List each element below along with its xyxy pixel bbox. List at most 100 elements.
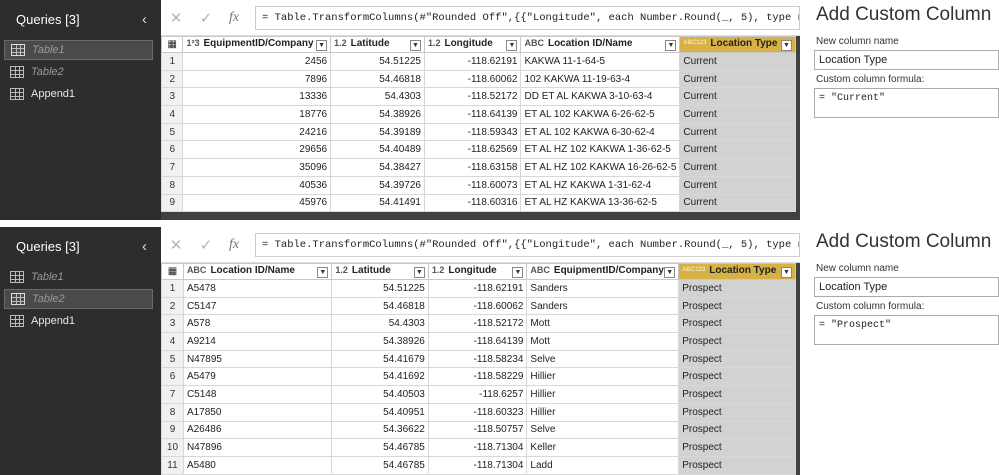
table-cell[interactable]: 45976 [182,193,332,213]
query-item[interactable]: Append1 [4,311,153,331]
table-cell[interactable]: 54.41692 [331,367,429,387]
table-cell[interactable]: -118.62191 [423,52,522,71]
column-type-icon[interactable]: ABC [530,265,550,275]
table-cell[interactable]: 54.40503 [331,385,429,404]
table-cell[interactable]: -118.60323 [427,402,528,422]
table-cell[interactable]: 54.38427 [330,158,425,177]
table-cell[interactable]: ET AL HZ 102 KAKWA 16-26-62-5 [520,158,681,177]
table-cell[interactable]: 54.46818 [331,296,429,316]
filter-dropdown-icon[interactable]: ▼ [781,40,792,51]
new-column-name-input[interactable]: Location Type [814,50,999,70]
table-cell[interactable]: 54.51225 [330,52,425,71]
table-cell[interactable]: 54.4303 [331,314,429,334]
table-cell[interactable]: A17850 [182,402,333,422]
column-type-icon[interactable]: 1.2 [428,38,441,48]
table-cell[interactable]: Mott [526,332,680,351]
column-type-icon[interactable]: 1²3 [186,38,199,48]
row-number[interactable]: 2 [161,296,184,316]
table-cell[interactable]: 54.40489 [330,140,425,160]
table-cell[interactable]: 54.41679 [331,349,429,369]
table-cell[interactable]: 29656 [182,140,332,160]
table-cell[interactable]: Hillier [526,367,680,387]
table-cell[interactable]: -118.62191 [427,279,528,298]
table-cell[interactable]: Prospect [678,402,796,422]
table-cell[interactable]: Prospect [678,367,796,387]
filter-dropdown-icon[interactable]: ▼ [512,267,524,278]
table-cell[interactable]: -118.63158 [423,158,522,177]
row-number[interactable]: 3 [160,87,184,107]
table-cell[interactable]: Sanders [526,296,680,316]
row-number[interactable]: 10 [161,438,184,457]
table-cell[interactable]: ET AL HZ KAKWA 1-31-62-4 [520,175,681,195]
row-number[interactable]: 11 [161,455,184,475]
table-cell[interactable]: 2456 [182,52,332,71]
cancel-icon[interactable]: ✕ [161,236,191,254]
table-cell[interactable]: 54.46785 [331,438,429,457]
filter-dropdown-icon[interactable]: ▼ [664,267,676,278]
query-item[interactable]: Table1 [4,267,153,287]
table-cell[interactable]: -118.50757 [427,420,528,440]
table-cell[interactable]: 54.4303 [330,87,425,107]
query-item[interactable]: Table2 [4,62,153,82]
table-cell[interactable]: Prospect [678,349,796,369]
column-header[interactable]: ▼ 1.2 Latitude [330,36,425,53]
table-cell[interactable]: 54.41491 [330,193,425,213]
row-number[interactable]: 9 [161,420,184,440]
row-number[interactable]: 6 [160,140,184,160]
table-cell[interactable]: Hillier [526,385,680,404]
table-cell[interactable]: -118.71304 [427,438,528,457]
table-cell[interactable]: ET AL 102 KAKWA 6-30-62-4 [520,122,681,142]
table-cell[interactable]: Current [679,158,796,177]
row-number[interactable]: 4 [160,105,184,124]
table-cell[interactable]: Hillier [526,402,680,422]
table-cell[interactable]: -118.59343 [423,122,522,142]
table-cell[interactable]: 18776 [182,105,332,124]
table-cell[interactable]: Prospect [678,279,796,298]
table-cell[interactable]: Prospect [678,332,796,351]
column-header[interactable]: ▼ 1.2 Latitude [331,263,429,280]
table-cell[interactable]: Prospect [678,438,796,457]
column-type-icon[interactable]: ABC123 [683,40,706,46]
query-item[interactable]: Table2 [4,289,153,309]
table-cell[interactable]: Selve [526,420,680,440]
table-cell[interactable]: Prospect [678,314,796,334]
table-cell[interactable]: A5479 [182,367,333,387]
table-cell[interactable]: Selve [526,349,680,369]
table-cell[interactable]: -118.52172 [427,314,528,334]
table-cell[interactable]: Current [679,140,796,160]
column-header[interactable]: ▼ ABC Location ID/Name [182,263,333,280]
table-cell[interactable]: -118.71304 [427,455,528,475]
table-cell[interactable]: Sanders [526,279,680,298]
table-cell[interactable]: KAKWA 11-1-64-5 [520,52,681,71]
table-cell[interactable]: ET AL 102 KAKWA 6-26-62-5 [520,105,681,124]
table-cell[interactable]: 54.36622 [331,420,429,440]
table-cell[interactable]: DD ET AL KAKWA 3-10-63-4 [520,87,681,107]
row-number[interactable]: 5 [160,122,184,142]
row-number[interactable]: 1 [161,279,184,298]
table-cell[interactable]: Prospect [678,385,796,404]
table-cell[interactable]: Prospect [678,455,796,475]
query-item[interactable]: Table1 [4,40,153,60]
table-cell[interactable]: ET AL HZ 102 KAKWA 1-36-62-5 [520,140,681,160]
row-number[interactable]: 9 [160,193,184,213]
check-icon[interactable]: ✓ [191,9,221,27]
column-type-icon[interactable]: ABC [187,265,207,275]
filter-dropdown-icon[interactable]: ▼ [413,267,425,278]
column-header[interactable]: ▼ ABC123 Location Type [678,263,796,280]
table-cell[interactable]: A5478 [182,279,333,298]
table-cell[interactable]: 54.39726 [330,175,425,195]
table-menu-icon[interactable]: ▦ [160,36,184,53]
row-number[interactable]: 6 [161,367,184,387]
table-cell[interactable]: 54.46818 [330,69,425,89]
check-icon[interactable]: ✓ [191,236,221,254]
column-header[interactable]: ▼ 1²3 EquipmentID/Company [182,36,332,53]
column-type-icon[interactable]: ABC123 [682,267,705,273]
column-header[interactable]: ▼ ABC EquipmentID/Company [526,263,680,280]
table-cell[interactable]: 24216 [182,122,332,142]
table-cell[interactable]: Prospect [678,296,796,316]
table-cell[interactable]: A26486 [182,420,333,440]
table-cell[interactable]: Mott [526,314,680,334]
column-type-icon[interactable]: 1.2 [432,265,445,275]
row-number[interactable]: 4 [161,332,184,351]
row-number[interactable]: 1 [160,52,184,71]
